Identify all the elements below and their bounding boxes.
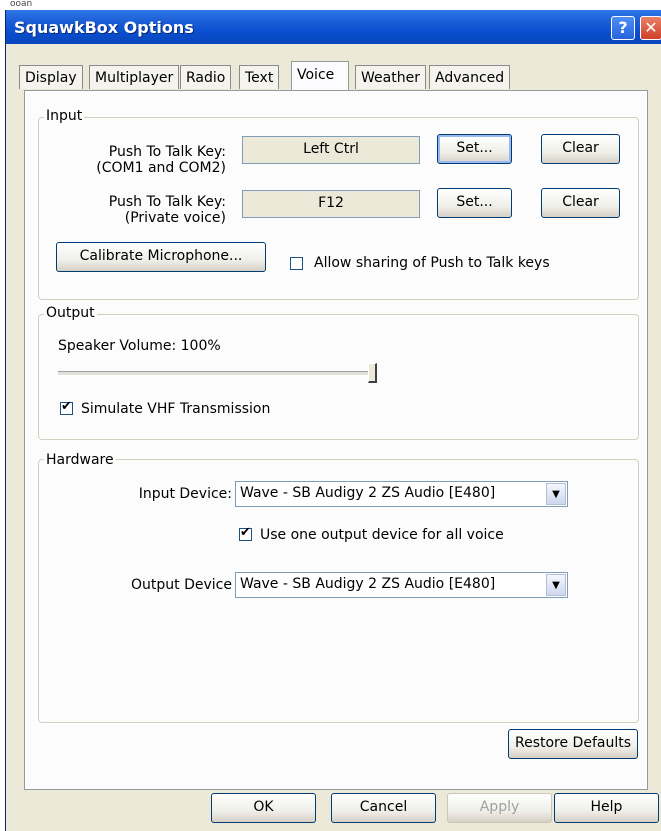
restore-defaults-button[interactable]: Restore Defaults — [508, 729, 638, 759]
input-group-label: Input — [44, 108, 85, 124]
help-icon[interactable]: ? — [611, 16, 635, 40]
one-output-label: Use one output device for all voice — [260, 527, 504, 543]
allow-sharing-label: Allow sharing of Push to Talk keys — [314, 255, 550, 271]
checkmark-icon: ✔ — [240, 525, 251, 540]
title-bar[interactable]: SquawkBox Options ? ✕ — [6, 10, 661, 44]
ptt1-key-field[interactable]: Left Ctrl — [242, 136, 420, 164]
tab-multiplayer[interactable]: Multiplayer — [89, 65, 180, 89]
close-icon[interactable]: ✕ — [640, 16, 661, 40]
ptt1-label-line1: Push To Talk Key: — [108, 144, 226, 160]
ptt2-set-button[interactable]: Set... — [437, 188, 512, 218]
hardware-group-label: Hardware — [44, 452, 116, 468]
tab-text[interactable]: Text — [239, 65, 280, 89]
simulate-vhf-checkbox[interactable]: ✔ — [60, 399, 73, 415]
tab-display[interactable]: Display — [19, 65, 83, 89]
output-device-label: Output Device — [131, 577, 232, 593]
speaker-volume-slider[interactable] — [58, 371, 376, 376]
tab-voice[interactable]: Voice — [291, 61, 349, 91]
background-window-fragment: ooan — [10, 0, 33, 9]
ptt2-clear-button[interactable]: Clear — [541, 188, 620, 218]
ptt1-set-button[interactable]: Set... — [437, 134, 512, 164]
speaker-volume-thumb[interactable] — [368, 363, 377, 383]
ok-button[interactable]: OK — [211, 793, 316, 823]
speaker-volume-label: Speaker Volume: 100% — [58, 338, 221, 354]
ptt2-label: Push To Talk Key: (Private voice) — [66, 194, 226, 226]
options-window: SquawkBox Options ? ✕ Display Multiplaye… — [5, 10, 661, 831]
ptt1-label: Push To Talk Key: (COM1 and COM2) — [66, 144, 226, 176]
ptt1-clear-button[interactable]: Clear — [541, 134, 620, 164]
checkmark-icon: ✔ — [61, 399, 72, 414]
chevron-down-icon[interactable]: ▼ — [546, 574, 566, 596]
ptt2-label-line2: (Private voice) — [124, 210, 226, 226]
calibrate-microphone-button[interactable]: Calibrate Microphone... — [56, 242, 266, 272]
tab-radio[interactable]: Radio — [180, 65, 232, 89]
allow-sharing-checkbox[interactable] — [290, 257, 303, 270]
input-device-value: Wave - SB Audigy 2 ZS Audio [E480] — [240, 485, 496, 501]
help-button[interactable]: Help — [554, 793, 659, 823]
ptt1-label-line2: (COM1 and COM2) — [96, 160, 226, 176]
tab-weather[interactable]: Weather — [355, 65, 426, 89]
output-group-label: Output — [44, 305, 97, 321]
output-device-select[interactable]: Wave - SB Audigy 2 ZS Audio [E480] ▼ — [235, 572, 568, 598]
simulate-vhf-label: Simulate VHF Transmission — [81, 401, 271, 417]
output-device-value: Wave - SB Audigy 2 ZS Audio [E480] — [240, 576, 496, 592]
input-device-label: Input Device: — [138, 486, 232, 502]
cancel-button[interactable]: Cancel — [331, 793, 436, 823]
one-output-checkbox[interactable]: ✔ — [239, 525, 252, 541]
chevron-down-icon[interactable]: ▼ — [546, 483, 566, 505]
output-group — [38, 314, 639, 440]
window-title: SquawkBox Options — [14, 18, 194, 37]
tab-advanced[interactable]: Advanced — [429, 65, 511, 89]
apply-button[interactable]: Apply — [447, 793, 552, 823]
input-device-select[interactable]: Wave - SB Audigy 2 ZS Audio [E480] ▼ — [235, 481, 568, 507]
ptt2-key-field[interactable]: F12 — [242, 190, 420, 218]
ptt2-label-line1: Push To Talk Key: — [108, 194, 226, 210]
